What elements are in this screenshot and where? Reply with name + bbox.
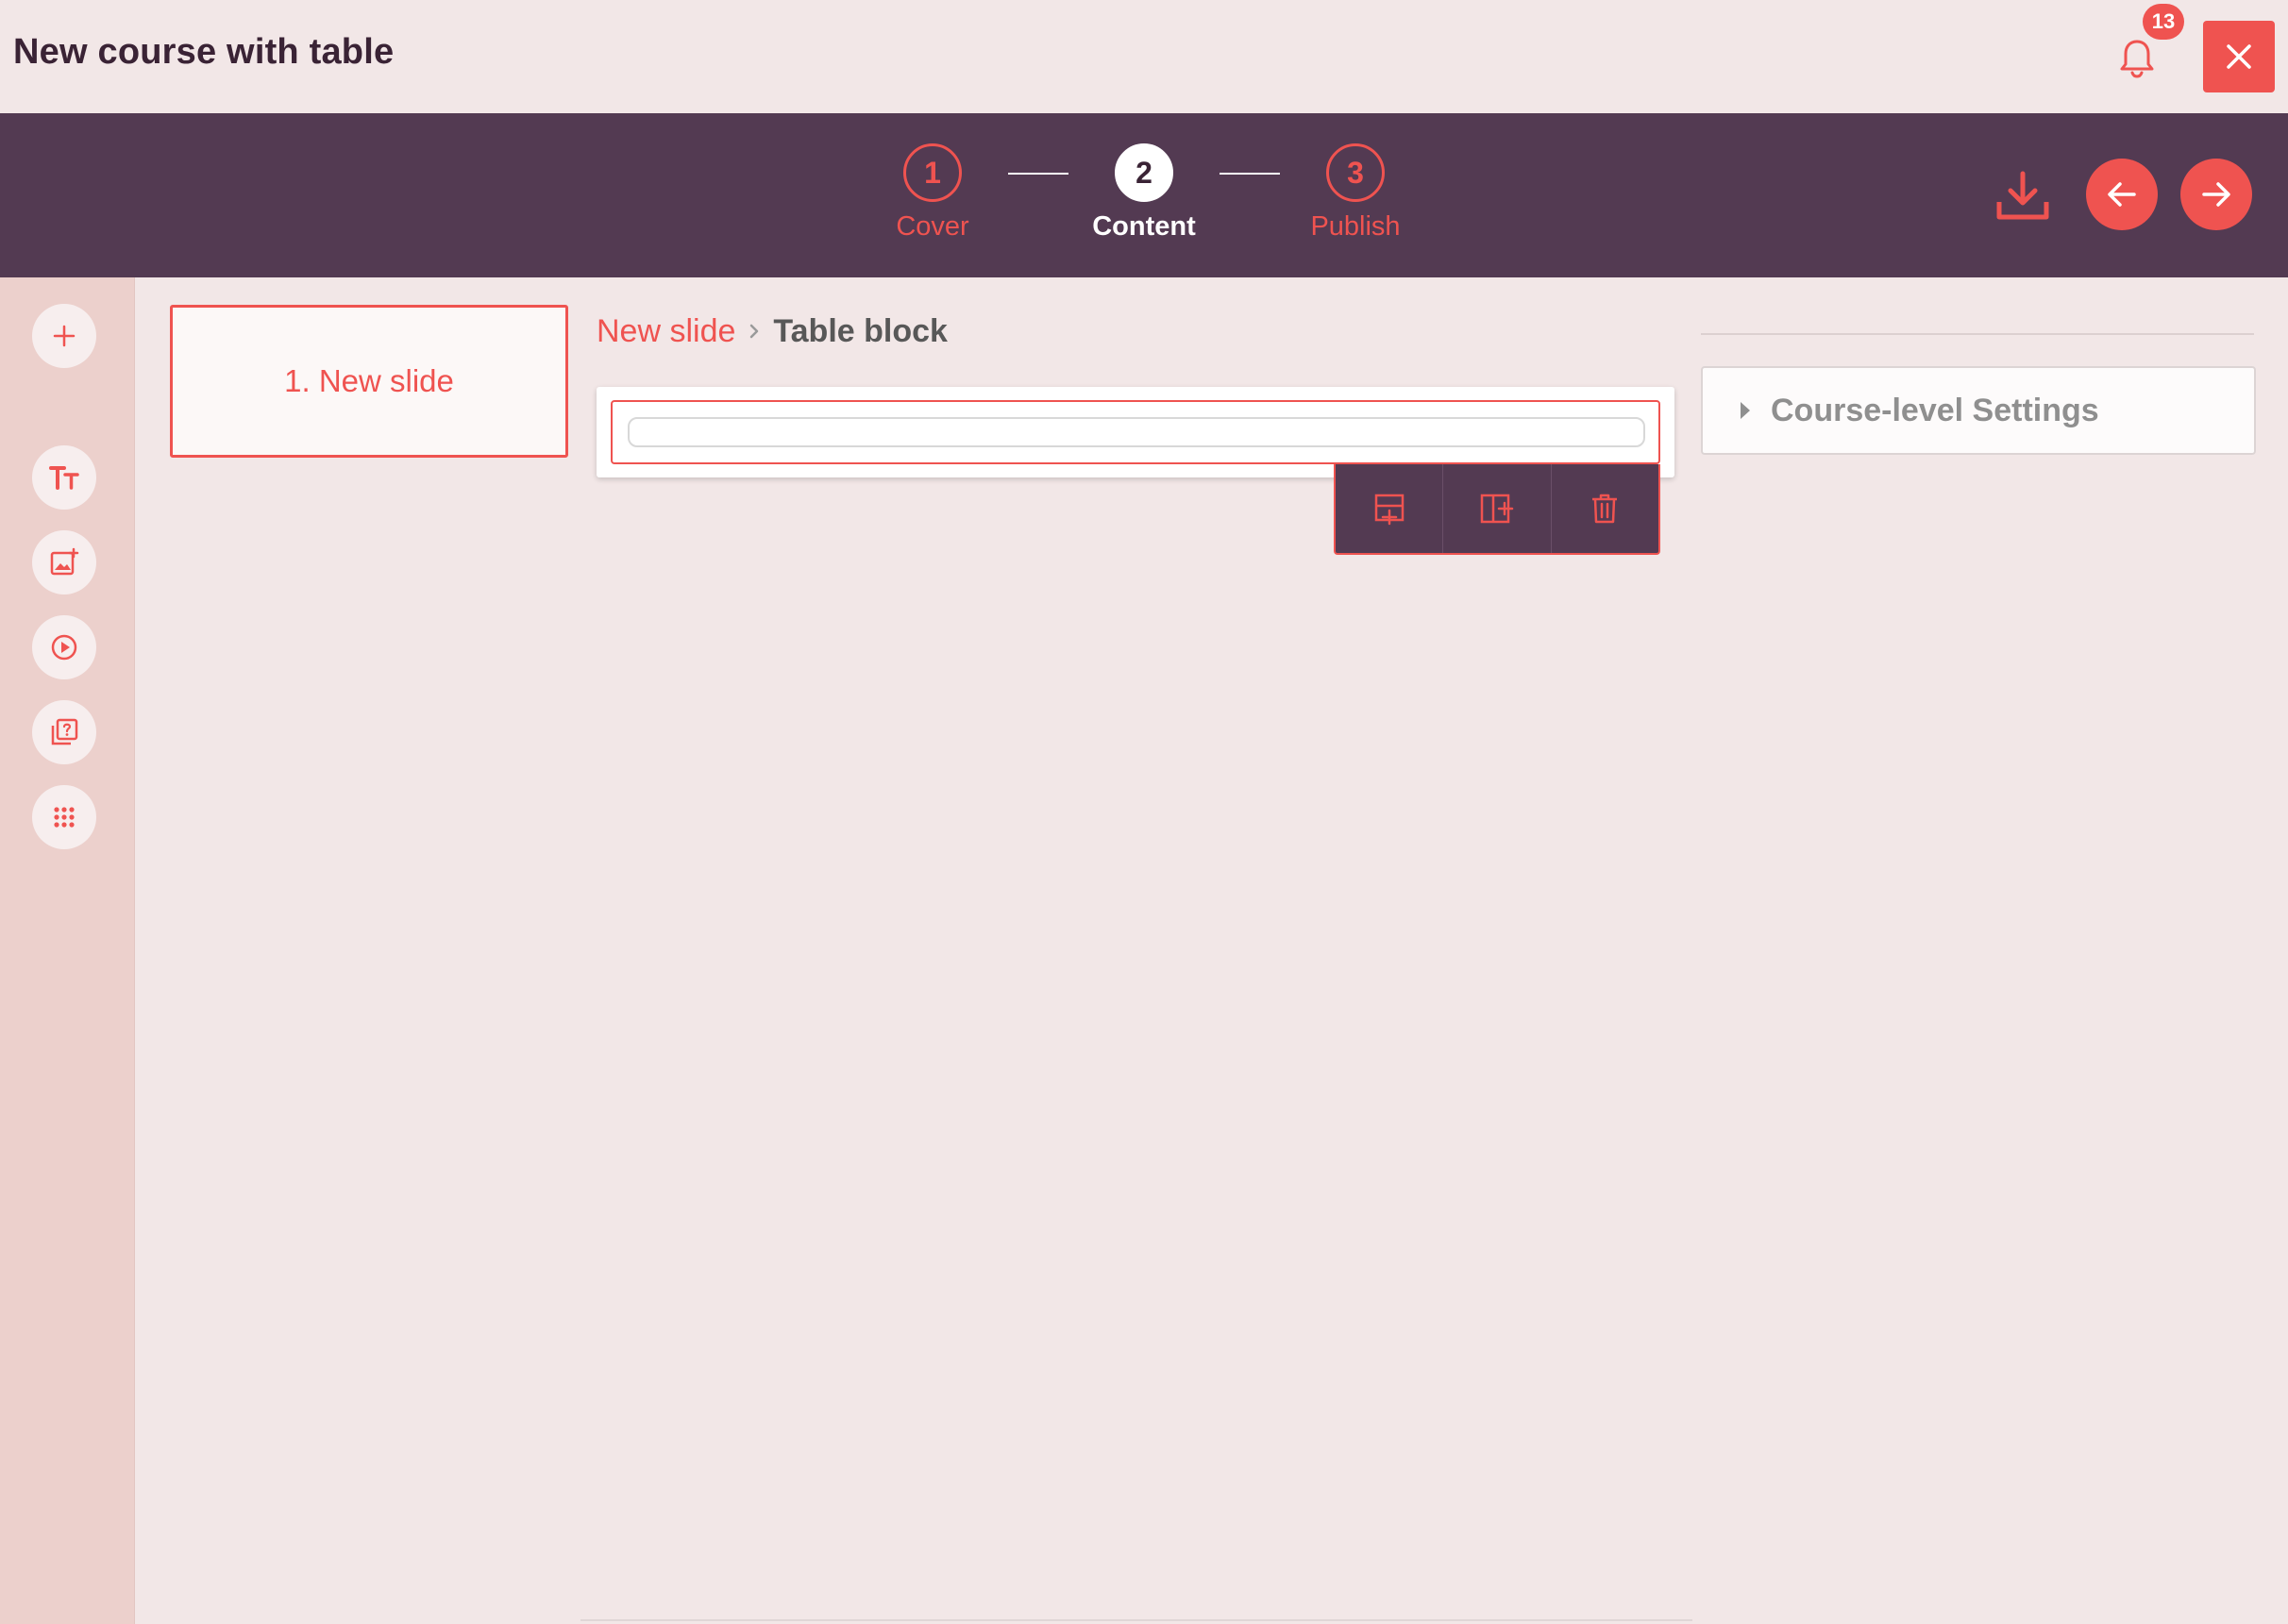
close-icon — [2227, 44, 2251, 69]
table-block-toolbar — [1334, 464, 1660, 555]
stepper-bar: 1 Cover 2 Content 3 Publish — [0, 113, 2288, 277]
add-block-button[interactable] — [32, 304, 96, 368]
add-column-button[interactable] — [1443, 464, 1552, 553]
more-blocks-icon — [54, 807, 75, 828]
title-bar: New course with table 13 — [0, 0, 2288, 113]
add-row-icon — [1374, 494, 1404, 526]
course-level-settings-label: Course-level Settings — [1771, 392, 2099, 428]
breadcrumb-slide-link[interactable]: New slide — [597, 313, 735, 350]
image-icon — [50, 547, 79, 576]
course-editor-page: New course with table 13 1 Cover 2 Conte… — [0, 0, 2288, 1624]
caret-right-icon — [1741, 402, 1750, 419]
text-icon — [49, 466, 79, 490]
previous-button[interactable] — [2086, 159, 2158, 230]
course-title: New course with table — [13, 32, 395, 72]
settings-divider — [1701, 333, 2254, 335]
plus-icon — [53, 325, 76, 347]
arrow-right-icon — [2202, 182, 2230, 207]
download-icon[interactable] — [1992, 168, 2054, 225]
step-publish[interactable]: 3 Publish — [1280, 143, 1431, 243]
notifications-count-badge: 13 — [2143, 4, 2184, 40]
editor-bottom-divider — [580, 1619, 1692, 1621]
more-blocks-button[interactable] — [32, 785, 96, 849]
step-cover[interactable]: 1 Cover — [857, 143, 1008, 243]
step-number: 2 — [1115, 143, 1173, 202]
table-cell-input[interactable] — [628, 417, 1645, 447]
step-number: 1 — [903, 143, 962, 202]
arrow-left-icon — [2108, 182, 2136, 207]
delete-icon — [1592, 494, 1618, 524]
step-connector — [1220, 173, 1280, 175]
next-button[interactable] — [2180, 159, 2252, 230]
breadcrumb: New slide Table block — [597, 313, 948, 350]
video-block-button[interactable] — [32, 615, 96, 679]
step-number: 3 — [1326, 143, 1385, 202]
image-block-button[interactable] — [32, 530, 96, 594]
step-label: Content — [1092, 211, 1196, 242]
breadcrumb-current: Table block — [773, 313, 948, 349]
text-block-button[interactable] — [32, 445, 96, 510]
quiz-block-button[interactable] — [32, 700, 96, 764]
add-column-icon — [1480, 494, 1514, 524]
delete-block-button[interactable] — [1552, 464, 1658, 553]
notifications-bell-icon[interactable] — [2116, 36, 2158, 79]
quiz-icon — [51, 718, 78, 745]
step-content[interactable]: 2 Content — [1068, 143, 1220, 243]
course-level-settings-toggle[interactable]: Course-level Settings — [1701, 366, 2256, 455]
add-row-button[interactable] — [1336, 464, 1444, 553]
chevron-right-icon — [749, 317, 760, 346]
slide-label: 1. New slide — [284, 363, 454, 398]
close-button[interactable] — [2203, 21, 2275, 92]
block-tools-sidebar — [0, 277, 135, 1624]
slide-thumbnail[interactable]: 1. New slide — [170, 305, 568, 458]
step-connector — [1008, 173, 1068, 175]
step-label: Publish — [1310, 211, 1401, 242]
video-play-icon — [51, 634, 77, 661]
step-label: Cover — [896, 211, 969, 242]
